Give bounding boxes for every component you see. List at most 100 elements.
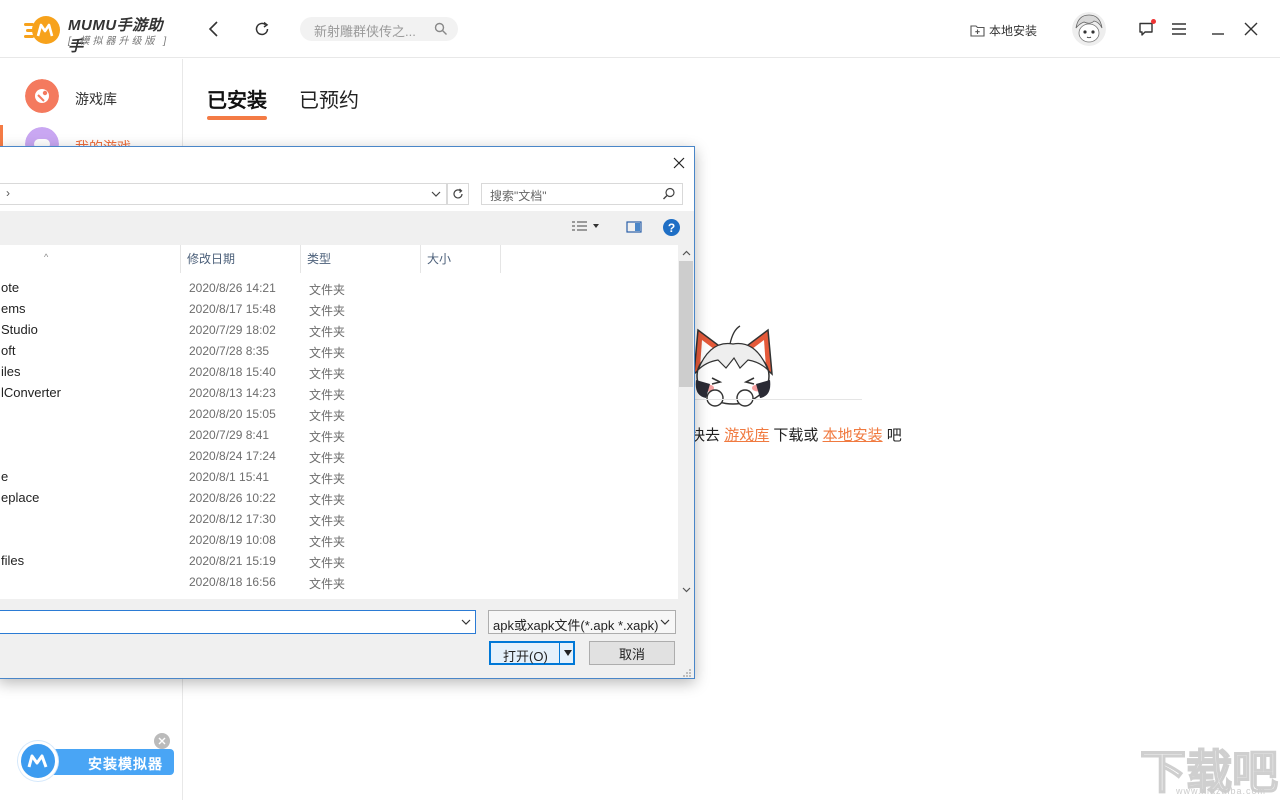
column-date-modified[interactable]: 修改日期 bbox=[181, 245, 301, 273]
file-date: 2020/8/26 14:21 bbox=[189, 281, 276, 295]
search-icon bbox=[662, 187, 676, 201]
file-type: 文件夹 bbox=[309, 491, 345, 508]
file-row[interactable]: 2020/8/24 17:24 文件夹 bbox=[0, 445, 678, 466]
file-row[interactable]: ems 2020/8/17 15:48 文件夹 bbox=[0, 298, 678, 319]
game-library-icon bbox=[25, 79, 59, 113]
menu-button[interactable] bbox=[1169, 19, 1189, 39]
open-button-label: 打开(O) bbox=[503, 646, 548, 665]
file-type: 文件夹 bbox=[309, 533, 345, 550]
file-type: 文件夹 bbox=[309, 407, 345, 424]
file-type: 文件夹 bbox=[309, 554, 345, 571]
file-type: 文件夹 bbox=[309, 302, 345, 319]
file-row[interactable]: iles 2020/8/18 15:40 文件夹 bbox=[0, 361, 678, 382]
file-date: 2020/8/18 16:56 bbox=[189, 575, 276, 589]
hamburger-menu-icon bbox=[1172, 23, 1186, 35]
file-date: 2020/8/18 15:40 bbox=[189, 365, 276, 379]
game-library-link[interactable]: 游戏库 bbox=[724, 427, 769, 444]
app-logo[interactable]: MUMU手游助手 [ 模拟器升级版 ] bbox=[24, 12, 174, 48]
close-icon bbox=[673, 157, 685, 169]
close-window-button[interactable] bbox=[1241, 19, 1261, 39]
column-type[interactable]: 类型 bbox=[301, 245, 421, 273]
file-list-scrollbar[interactable] bbox=[678, 245, 694, 599]
search-placeholder: 新射雕群侠传之... bbox=[314, 21, 416, 40]
file-name: ems bbox=[1, 301, 26, 316]
preview-pane-button[interactable] bbox=[626, 220, 642, 239]
file-name: Studio bbox=[1, 322, 38, 337]
scroll-up-button[interactable] bbox=[678, 246, 694, 260]
file-row[interactable]: eplace2020/8/26 10:22文件夹 bbox=[0, 487, 678, 508]
file-row[interactable]: Studio2020/7/29 18:02文件夹 bbox=[0, 319, 678, 340]
file-type: 文件夹 bbox=[309, 449, 345, 466]
empty-mid: 下载或 bbox=[773, 427, 818, 444]
dialog-close-button[interactable] bbox=[667, 151, 691, 175]
file-date: 2020/8/1 15:41 bbox=[189, 470, 269, 484]
sidebar-item-game-library[interactable]: 游戏库 bbox=[0, 73, 182, 121]
empty-suffix: 吧 bbox=[887, 427, 902, 444]
game-search-input[interactable]: 新射雕群侠传之... bbox=[300, 17, 458, 41]
file-name: ote bbox=[1, 280, 19, 295]
dialog-toolbar: ? bbox=[0, 211, 694, 245]
file-row[interactable]: files2020/8/21 15:19文件夹 bbox=[0, 550, 678, 571]
file-row[interactable]: e2020/8/1 15:41文件夹 bbox=[0, 466, 678, 487]
resize-grip-icon[interactable] bbox=[683, 669, 692, 678]
scroll-thumb[interactable] bbox=[679, 261, 693, 387]
minimize-button[interactable] bbox=[1208, 19, 1228, 39]
refresh-button[interactable] bbox=[250, 17, 274, 41]
file-type: 文件夹 bbox=[309, 512, 345, 529]
dialog-refresh-button[interactable] bbox=[447, 183, 469, 205]
file-row[interactable]: 2020/7/29 8:41文件夹 bbox=[0, 424, 678, 445]
column-name[interactable]: ^ bbox=[0, 245, 181, 273]
address-bar[interactable]: › bbox=[0, 183, 447, 205]
chevron-up-icon bbox=[682, 250, 691, 256]
file-row[interactable]: 2020/8/20 15:05文件夹 bbox=[0, 403, 678, 424]
file-name-input[interactable] bbox=[0, 610, 476, 634]
tab-reserved[interactable]: 已预约 bbox=[299, 84, 359, 113]
file-type: 文件夹 bbox=[309, 575, 345, 592]
open-button-split bbox=[559, 643, 560, 663]
local-install-button[interactable]: 本地安装 bbox=[970, 20, 1037, 40]
file-row[interactable]: 2020/8/19 10:08文件夹 bbox=[0, 529, 678, 550]
chevron-down-icon[interactable] bbox=[430, 188, 442, 200]
dismiss-emulator-button[interactable] bbox=[154, 733, 170, 749]
search-icon[interactable] bbox=[434, 22, 448, 36]
change-view-button[interactable] bbox=[571, 219, 603, 233]
help-icon[interactable]: ? bbox=[663, 219, 680, 236]
dialog-title-bar bbox=[0, 147, 694, 179]
tab-installed[interactable]: 已安装 bbox=[207, 84, 267, 113]
file-name: iles bbox=[1, 364, 21, 379]
close-icon bbox=[158, 737, 166, 745]
file-type: 文件夹 bbox=[309, 365, 345, 382]
back-button[interactable] bbox=[202, 17, 226, 41]
file-date: 2020/7/29 18:02 bbox=[189, 323, 276, 337]
file-row[interactable]: lConverter2020/8/13 14:23文件夹 bbox=[0, 382, 678, 403]
install-emulator-button[interactable]: 安装模拟器 bbox=[18, 741, 158, 781]
cancel-button[interactable]: 取消 bbox=[589, 641, 675, 665]
sort-ascending-icon: ^ bbox=[44, 245, 48, 271]
user-avatar[interactable] bbox=[1072, 12, 1106, 46]
file-date: 2020/8/17 15:48 bbox=[189, 302, 276, 316]
file-type-value: apk或xapk文件(*.apk *.xapk) bbox=[493, 615, 658, 634]
empty-state-mascot bbox=[690, 318, 778, 408]
address-row: › 搜索"文档" bbox=[0, 179, 694, 211]
file-date: 2020/8/26 10:22 bbox=[189, 491, 276, 505]
open-button[interactable]: 打开(O) bbox=[489, 641, 575, 665]
file-row[interactable]: 2020/8/12 17:30 文件夹 bbox=[0, 508, 678, 529]
file-row[interactable]: ote 2020/8/26 14:21 文件夹 bbox=[0, 277, 678, 298]
file-date: 2020/8/12 17:30 bbox=[189, 512, 276, 526]
documents-search-input[interactable]: 搜索"文档" bbox=[481, 183, 683, 205]
file-row[interactable]: oft2020/7/28 8:35文件夹 bbox=[0, 340, 678, 361]
caret-down-icon[interactable] bbox=[563, 649, 573, 657]
install-emulator-pill: 安装模拟器 bbox=[48, 749, 174, 775]
file-row[interactable]: 2020/8/18 16:56 文件夹 bbox=[0, 571, 678, 592]
column-size[interactable]: 大小 bbox=[421, 245, 501, 273]
file-type: 文件夹 bbox=[309, 281, 345, 298]
file-date: 2020/7/28 8:35 bbox=[189, 344, 269, 358]
file-type-select[interactable]: apk或xapk文件(*.apk *.xapk) bbox=[488, 610, 676, 634]
scroll-down-button[interactable] bbox=[678, 583, 694, 597]
logo-subtitle: [ 模拟器升级版 ] bbox=[68, 32, 169, 47]
chevron-down-icon[interactable] bbox=[461, 619, 471, 626]
local-install-link[interactable]: 本地安装 bbox=[823, 427, 883, 444]
minimize-icon bbox=[1211, 22, 1225, 36]
file-date: 2020/8/24 17:24 bbox=[189, 449, 276, 463]
message-button[interactable] bbox=[1136, 19, 1156, 39]
